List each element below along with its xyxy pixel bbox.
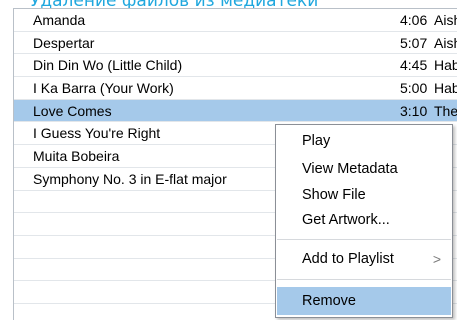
menu-item-label: Add to Playlist (302, 251, 394, 267)
track-name: I Ka Barra (Your Work) (33, 80, 174, 97)
track-row[interactable]: I Ka Barra (Your Work) 5:00 Habib (14, 77, 457, 100)
track-name: Symphony No. 3 in E-flat major (33, 170, 227, 187)
track-artist: Aisha (434, 12, 457, 28)
track-duration: 3:10 (400, 102, 428, 119)
menu-item-remove[interactable]: Remove (277, 287, 451, 315)
track-row-selected[interactable]: Love Comes 3:10 The (14, 99, 457, 123)
track-artist: Habib (434, 80, 457, 97)
track-duration: 4:45 (400, 57, 428, 74)
track-row[interactable]: Despertar 5:07 Aisha (14, 32, 457, 55)
menu-item-show-file[interactable]: Show File (277, 184, 451, 206)
track-row[interactable]: Amanda 4:06 Aisha (14, 9, 457, 32)
track-artist: The (434, 102, 457, 119)
context-menu: Play View Metadata Show File Get Artwork… (275, 124, 453, 318)
track-row[interactable]: Din Din Wo (Little Child) 4:45 Habib (14, 54, 457, 78)
menu-item-get-artwork[interactable]: Get Artwork... (277, 209, 451, 231)
menu-item-view-metadata[interactable]: View Metadata (277, 158, 451, 180)
track-duration: 5:07 (400, 34, 428, 51)
track-artist: Habib (434, 57, 457, 74)
menu-separator (277, 239, 451, 240)
chevron-right-icon: > (432, 251, 441, 267)
menu-item-add-to-playlist[interactable]: Add to Playlist > (277, 248, 451, 270)
track-duration: 4:06 (400, 12, 428, 28)
track-name: Love Comes (33, 102, 112, 119)
track-name: Despertar (33, 34, 95, 51)
track-artist: Aisha (434, 34, 457, 51)
track-name: I Guess You're Right (33, 125, 161, 142)
track-duration: 5:00 (400, 80, 428, 97)
track-name: Amanda (33, 12, 86, 28)
track-name: Muita Bobeira (33, 148, 120, 165)
menu-item-play[interactable]: Play (277, 130, 451, 152)
menu-separator (277, 279, 451, 280)
track-name: Din Din Wo (Little Child) (33, 57, 183, 74)
